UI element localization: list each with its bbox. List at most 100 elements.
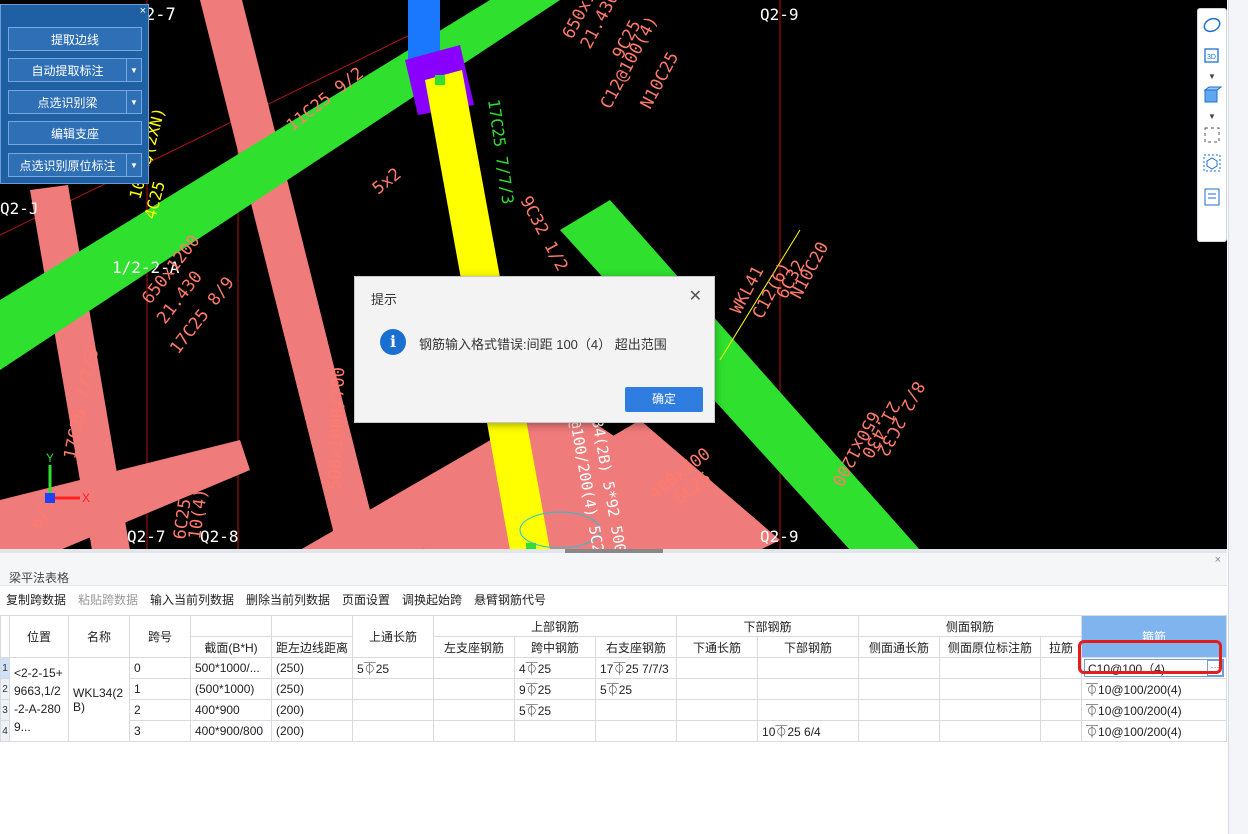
position-cell[interactable]: <2-2-15+9663,1/2-2-A-2809... <box>9 657 69 742</box>
side-long-cell[interactable] <box>858 657 941 679</box>
row-number[interactable]: 2 <box>0 678 10 700</box>
mid-cell[interactable]: 9⏁25 <box>514 678 597 700</box>
annotation: N10C25 <box>637 49 683 113</box>
table-row[interactable]: 1 <2-2-15+9663,1/2-2-A-2809... WKL34(2B)… <box>0 657 1228 742</box>
bottom-cell[interactable] <box>757 699 860 721</box>
section-cell[interactable]: 400*900/800 <box>190 720 272 742</box>
right-support-cell[interactable]: 17⏁25 7/7/3 <box>595 657 678 679</box>
3d-icon[interactable]: 3D <box>1202 45 1222 65</box>
col-header-bottom: 下部钢筋 <box>757 636 860 658</box>
right-support-cell[interactable]: 5⏁25 <box>595 678 678 700</box>
left-dist-cell[interactable]: (250) <box>270 657 354 679</box>
right-dock-strip[interactable] <box>1228 0 1248 834</box>
close-icon[interactable]: ✕ <box>689 286 702 306</box>
annotation: 17C25 7/7/3 <box>484 98 518 206</box>
right-support-cell[interactable] <box>595 699 678 721</box>
auto-extract-annotation-button[interactable]: 自动提取标注 ▼ <box>8 58 142 82</box>
right-support-cell[interactable] <box>595 720 678 742</box>
col-header-left-support: 左支座钢筋 <box>433 636 516 658</box>
mid-cell[interactable] <box>514 720 597 742</box>
mid-cell[interactable]: 4⏁25 <box>514 657 597 679</box>
left-support-cell[interactable] <box>433 657 516 679</box>
tie-cell[interactable] <box>1040 699 1083 721</box>
side-local-cell[interactable] <box>939 699 1042 721</box>
chevron-down-icon[interactable]: ▼ <box>1202 107 1222 127</box>
left-dist-cell[interactable]: (200) <box>270 720 354 742</box>
top-long-cell[interactable]: 5⏁25 <box>352 657 435 679</box>
properties-icon[interactable] <box>1202 187 1222 207</box>
side-local-cell[interactable] <box>939 678 1042 700</box>
row-number[interactable]: 3 <box>0 699 10 721</box>
table-row[interactable]: 4 3 400*900/800 (200) 10⏁25 6/4 ⏁10@100/… <box>0 720 1228 742</box>
beam-table: 位置 名称 跨号 上通长筋 上部钢筋 下部钢筋 侧面钢筋 箍筋 截面(B*H) … <box>0 615 1228 742</box>
pick-identify-in-situ-button[interactable]: 点选识别原位标注 ▼ <box>8 153 142 177</box>
axis-label: 2-7 <box>145 5 176 25</box>
top-long-cell[interactable] <box>352 720 435 742</box>
sphere-icon[interactable] <box>1202 15 1222 35</box>
bottom-cell[interactable] <box>757 678 860 700</box>
paste-span-data-button[interactable]: 粘贴跨数据 <box>78 591 138 608</box>
chevron-down-icon[interactable]: ▼ <box>126 91 141 113</box>
cad-viewport[interactable]: 2-7 Q2-9 Q2-J 1/2-2-A Q2-7 Q2-8 Q2-9 11C… <box>0 0 1227 550</box>
side-long-cell[interactable] <box>858 720 941 742</box>
cube-icon[interactable] <box>1202 85 1223 105</box>
edit-support-button[interactable]: 编辑支座 <box>8 121 142 145</box>
span-cell[interactable]: 2 <box>129 699 191 721</box>
stirrup-cell[interactable]: ⏁10@100/200(4) <box>1081 720 1228 742</box>
top-long-cell[interactable] <box>352 678 435 700</box>
page-setup-button[interactable]: 页面设置 <box>342 591 390 608</box>
cantilever-code-button[interactable]: 悬臂钢筋代号 <box>474 591 546 608</box>
table-row[interactable]: 3 2 400*900 (200) 5⏁25 ⏁10@100/200(4) <box>0 699 1228 721</box>
row-number[interactable]: 1 <box>0 657 10 679</box>
side-long-cell[interactable] <box>858 699 941 721</box>
table-row[interactable]: 2 1 (500*1000) (250) 9⏁25 5⏁25 ⏁10@100/2… <box>0 678 1228 700</box>
bottom-cell[interactable]: 10⏁25 6/4 <box>757 720 860 742</box>
bottom-long-cell[interactable] <box>676 657 759 679</box>
tie-cell[interactable] <box>1040 678 1083 700</box>
section-cell[interactable]: (500*1000) <box>190 678 272 700</box>
close-icon[interactable]: × <box>1215 554 1221 566</box>
swap-start-span-button[interactable]: 调换起始跨 <box>402 591 462 608</box>
left-support-cell[interactable] <box>433 720 516 742</box>
pick-identify-beam-button[interactable]: 点选识别梁 ▼ <box>8 90 142 114</box>
span-cell[interactable]: 3 <box>129 720 191 742</box>
mid-cell[interactable]: 5⏁25 <box>514 699 597 721</box>
input-column-data-button[interactable]: 输入当前列数据 <box>150 591 234 608</box>
section-cell[interactable]: 400*900 <box>190 699 272 721</box>
bottom-long-cell[interactable] <box>676 699 759 721</box>
section-cell[interactable]: 500*1000/... <box>190 657 272 679</box>
side-long-cell[interactable] <box>858 678 941 700</box>
chevron-down-icon[interactable]: ▼ <box>126 154 141 176</box>
span-cell[interactable]: 0 <box>129 657 191 679</box>
ok-button[interactable]: 确定 <box>625 387 703 412</box>
dialog-title: 提示 <box>371 292 398 307</box>
top-long-cell[interactable] <box>352 699 435 721</box>
left-support-cell[interactable] <box>433 678 516 700</box>
row-number[interactable]: 4 <box>0 720 10 742</box>
stirrup-cell[interactable]: ⏁10@100/200(4) <box>1081 699 1228 721</box>
bottom-cell[interactable] <box>757 657 860 679</box>
select-frame-icon[interactable] <box>1202 125 1222 145</box>
chevron-down-icon[interactable]: ▼ <box>126 59 141 81</box>
side-local-cell[interactable] <box>939 657 1042 679</box>
col-group-bottom-rebar: 下部钢筋 <box>676 615 860 637</box>
box-view-icon[interactable] <box>1202 153 1222 173</box>
side-local-cell[interactable] <box>939 720 1042 742</box>
panel-close-icon[interactable]: × <box>140 5 146 17</box>
delete-column-data-button[interactable]: 删除当前列数据 <box>246 591 330 608</box>
name-cell[interactable]: WKL34(2B) <box>68 657 130 742</box>
tie-cell[interactable] <box>1040 657 1083 679</box>
col-header-right-support: 右支座钢筋 <box>595 636 678 658</box>
extract-edge-button[interactable]: 提取边线 <box>8 27 142 51</box>
bottom-long-cell[interactable] <box>676 720 759 742</box>
tie-cell[interactable] <box>1040 720 1083 742</box>
span-cell[interactable]: 1 <box>129 678 191 700</box>
left-support-cell[interactable] <box>433 699 516 721</box>
bottom-long-cell[interactable] <box>676 678 759 700</box>
chevron-down-icon[interactable]: ▼ <box>1202 67 1222 87</box>
annotation: 9C32 1/2 <box>516 193 572 275</box>
left-dist-cell[interactable]: (200) <box>270 699 354 721</box>
left-dist-cell[interactable]: (250) <box>270 678 354 700</box>
copy-span-data-button[interactable]: 复制跨数据 <box>6 591 66 608</box>
stirrup-cell[interactable]: ⏁10@100/200(4) <box>1081 678 1228 700</box>
